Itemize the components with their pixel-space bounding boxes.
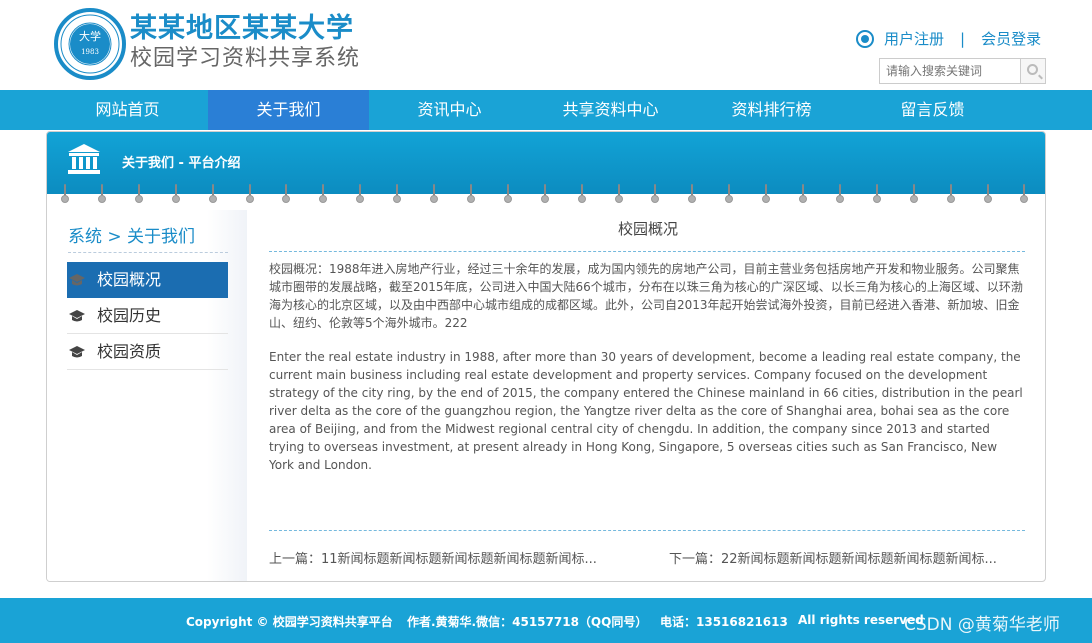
next-article-link[interactable]: 下一篇：22新闻标题新闻标题新闻标题新闻标题新闻标... — [669, 548, 1025, 567]
logo-text: 大学 — [79, 30, 101, 43]
spiral-ring — [134, 184, 143, 206]
spiral-ring — [946, 184, 955, 206]
sidebar-menu: 校园概况 校园历史 校园资质 — [67, 262, 228, 370]
link-separator: | — [960, 29, 966, 48]
spiral-ring — [725, 184, 734, 206]
spiral-ring — [356, 184, 365, 206]
sidebar-item-label: 校园资质 — [97, 342, 162, 361]
spiral-ring — [577, 184, 586, 206]
spiral-ring — [97, 184, 106, 206]
nav-item-home[interactable]: 网站首页 — [47, 90, 208, 130]
footer-divider — [269, 530, 1025, 531]
sidebar-item-label: 校园概况 — [97, 270, 162, 289]
spiral-ring — [282, 184, 291, 206]
sidebar-item-history[interactable]: 校园历史 — [67, 298, 228, 334]
search-input[interactable] — [880, 59, 1020, 83]
nav-item-feedback[interactable]: 留言反馈 — [852, 90, 1013, 130]
bank-icon — [68, 144, 100, 174]
main-panel: 关于我们 - 平台介绍 系统 > 关于我们 校园概况 校园历史 校园资质 校园概… — [46, 131, 1046, 582]
spiral-ring — [614, 184, 623, 206]
logo-year: 1983 — [81, 48, 99, 56]
spiral-ring — [171, 184, 180, 206]
spiral-ring — [799, 184, 807, 206]
spiral-ring — [762, 184, 771, 206]
spiral-ring — [1020, 184, 1029, 206]
sidebar-divider — [68, 252, 228, 253]
site-header: 大学 1983 某某地区某某大学 校园学习资料共享系统 用户注册 | 会员登录 — [0, 0, 1092, 90]
spiral-ring — [208, 184, 217, 206]
spiral-ring — [61, 184, 69, 206]
site-title: 某某地区某某大学 — [130, 13, 354, 44]
spiral-ring — [503, 184, 512, 206]
sidebar-item-label: 校园历史 — [97, 306, 162, 325]
main-nav: 网站首页 关于我们 资讯中心 共享资料中心 资料排行榜 留言反馈 — [0, 90, 1092, 130]
spiral-ring — [393, 184, 402, 206]
logo-emblem: 大学 1983 — [70, 24, 110, 64]
login-link[interactable]: 会员登录 — [981, 28, 1041, 49]
user-radio-icon — [856, 29, 874, 48]
sidebar: 系统 > 关于我们 校园概况 校园历史 校园资质 — [47, 210, 247, 581]
article-paragraph-cn: 校园概况：1988年进入房地产行业，经过三十余年的发展，成为国内领先的房地产公司… — [269, 262, 1023, 330]
spiral-ring — [540, 184, 549, 206]
university-logo[interactable]: 大学 1983 — [54, 8, 126, 80]
graduation-cap-icon — [69, 274, 85, 286]
footer-author: 作者.黄菊华.微信：45157718（QQ同号） — [407, 615, 648, 629]
footer-copyright: Copyright © 校园学习资料共享平台 — [186, 615, 393, 629]
site-subtitle: 校园学习资料共享系统 — [130, 46, 361, 71]
spiral-ring — [688, 184, 697, 206]
sidebar-item-qualification[interactable]: 校园资质 — [67, 334, 228, 370]
title-divider — [269, 251, 1025, 252]
sidebar-item-overview[interactable]: 校园概况 — [67, 262, 228, 298]
nav-item-about[interactable]: 关于我们 — [208, 90, 369, 130]
spiral-ring — [245, 184, 254, 206]
article-title: 校园概况 — [617, 220, 678, 238]
spiral-ring — [983, 184, 992, 206]
nav-item-resources[interactable]: 共享资料中心 — [530, 90, 691, 130]
spiral-ring — [430, 184, 438, 206]
sidebar-breadcrumb: 系统 > 关于我们 — [68, 227, 196, 247]
spiral-ring — [872, 184, 881, 206]
banner-title: 关于我们 - 平台介绍 — [122, 156, 241, 171]
search-box — [879, 58, 1046, 84]
footer-phone: 电话：13516821613 — [660, 615, 788, 629]
spiral-ring — [319, 184, 328, 206]
register-link[interactable]: 用户注册 — [884, 28, 944, 49]
csdn-watermark: CSDN @黄菊华老师 — [904, 615, 1060, 635]
spiral-ring — [835, 184, 844, 206]
graduation-cap-icon — [69, 310, 85, 322]
article-paragraph-en: Enter the real estate industry in 1988, … — [269, 350, 1023, 472]
search-button[interactable] — [1020, 59, 1045, 83]
prev-article-link[interactable]: 上一篇：11新闻标题新闻标题新闻标题新闻标题新闻标... — [269, 548, 629, 567]
graduation-cap-icon — [69, 346, 85, 358]
nav-item-ranking[interactable]: 资料排行榜 — [691, 90, 852, 130]
nav-item-news[interactable]: 资讯中心 — [369, 90, 530, 130]
search-icon — [1027, 64, 1038, 75]
spiral-ring — [466, 184, 475, 206]
spiral-ring — [651, 184, 660, 206]
article-content: 校园概况 校园概况：1988年进入房地产行业，经过三十余年的发展，成为国内领先的… — [269, 210, 1027, 581]
spiral-ring — [909, 184, 918, 206]
user-links: 用户注册 | 会员登录 — [856, 28, 1041, 49]
spiral-binding — [47, 184, 1045, 208]
